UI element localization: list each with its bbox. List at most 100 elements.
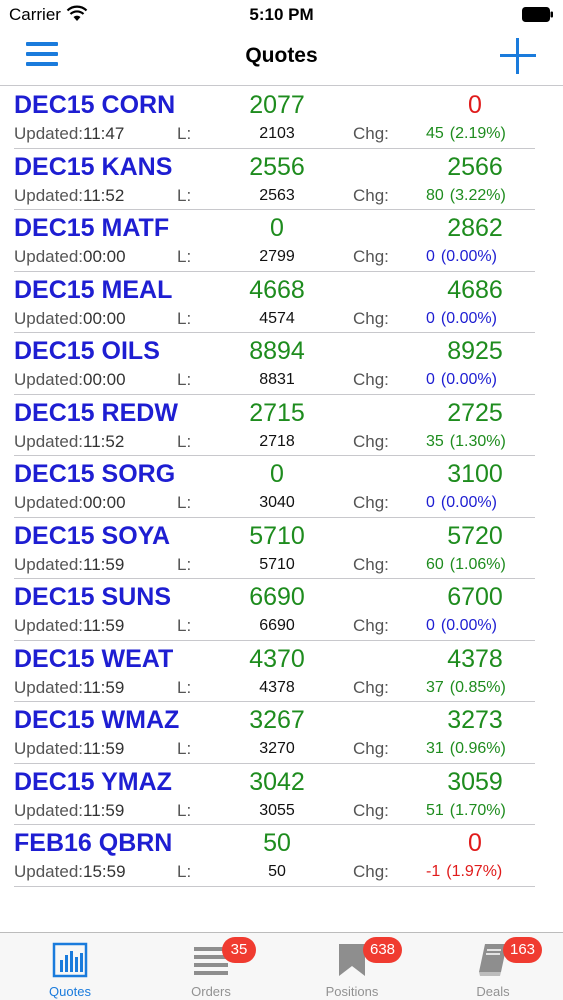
quote-updated: Updated:15:59 — [14, 862, 126, 882]
last-value: 5710 — [259, 555, 295, 573]
updated-time: 11:59 — [83, 616, 125, 635]
change-percent: (1.97%) — [446, 863, 503, 880]
menu-icon[interactable] — [26, 42, 58, 70]
updated-label: Updated: — [14, 185, 83, 205]
quote-symbol: DEC15 OILS — [14, 337, 160, 365]
quote-price: 3267 — [249, 706, 305, 734]
updated-label: Updated: — [14, 370, 83, 389]
quote-row[interactable]: DEC15 WMAZ 3267 3273 Updated:11:59 L: 3270 Chg… — [0, 702, 563, 764]
updated-time: 11:59 — [83, 739, 125, 758]
quote-updated: Updated:00:00 — [14, 493, 126, 513]
updated-time: 11:59 — [83, 800, 125, 820]
quote-price: 2077 — [249, 91, 305, 119]
tab-quotes[interactable]: Quotes — [0, 933, 140, 1000]
quote-row[interactable]: DEC15 MEAL 4668 4686 Updated:00:00 L: 4574 Chg… — [0, 272, 563, 334]
last-value: 2563 — [259, 186, 295, 204]
change-value: 35 (1.30%) — [426, 433, 506, 451]
tab-positions[interactable]: Positions — [282, 933, 422, 1000]
quote-row[interactable]: DEC15 WEAT 4370 4378 Updated:11:59 L: 4378 Chg… — [0, 641, 563, 703]
quote-row[interactable]: DEC15 SORG 0 3100 Updated:00:00 L: 3040 Chg: 0 (… — [0, 456, 563, 518]
quote-row[interactable]: DEC15 REDW 2715 2725 Updated:11:52 L: 2718 Chg… — [0, 395, 563, 457]
quote-row[interactable]: DEC15 SOYA 5710 5720 Updated:11:59 L: 5710 Chg… — [0, 518, 563, 580]
change-percent: (1.30%) — [449, 432, 506, 450]
change-label: Chg: — [353, 185, 389, 205]
quote-price: 8894 — [249, 337, 305, 365]
change-label: Chg: — [353, 800, 389, 820]
updated-label: Updated: — [14, 554, 83, 574]
tab-bar: Quotes Orders 35 Positions 638 Deals 163 — [0, 932, 563, 1000]
quote-row[interactable]: DEC15 MATF 0 2862 Updated:00:00 L: 2799 Chg: 0 (… — [0, 210, 563, 272]
change-amount: 45 — [426, 125, 444, 142]
last-value: 6690 — [259, 617, 295, 634]
updated-label: Updated: — [14, 124, 83, 143]
last-label: L: — [177, 862, 192, 881]
change-value: 31 (0.96%) — [426, 740, 506, 758]
quote-row[interactable]: DEC15 KANS 2556 2566 Updated:11:52 L: 2563 Chg… — [0, 149, 563, 211]
quote-price: 6690 — [249, 583, 305, 611]
last-label: L: — [177, 431, 192, 451]
updated-label: Updated: — [14, 739, 83, 758]
last-label: L: — [177, 247, 192, 266]
change-percent: (0.96%) — [449, 740, 506, 757]
quote-symbol: DEC15 KANS — [14, 152, 173, 181]
change-value: 60 (1.06%) — [426, 556, 506, 574]
quote-row[interactable]: FEB16 QBRN 50 0 Updated:15:59 L: 50 Chg: -1 (1.9… — [0, 825, 563, 887]
change-value: 0 (0.00%) — [426, 248, 497, 266]
updated-time: 11:59 — [83, 677, 125, 697]
change-label: Chg: — [353, 677, 389, 697]
tab-deals[interactable]: Deals — [423, 933, 563, 1000]
status-time: 5:10 PM — [249, 5, 314, 24]
last-label: L: — [177, 677, 192, 697]
last-value: 4574 — [259, 309, 295, 327]
change-amount: 0 — [426, 617, 435, 634]
quote-row[interactable]: DEC15 OILS 8894 8925 Updated:00:00 L: 8831 Chg… — [0, 333, 563, 395]
quotes-list: DEC15 CORN 2077 0 Updated:11:47 L: 2103 Chg: 45… — [0, 87, 563, 887]
quote-row[interactable]: DEC15 CORN 2077 0 Updated:11:47 L: 2103 Chg: 45… — [0, 87, 563, 149]
updated-label: Updated: — [14, 677, 83, 697]
change-percent: (1.70%) — [449, 801, 506, 819]
quote-symbol: DEC15 YMAZ — [14, 767, 172, 796]
tab-badge: 35 — [222, 937, 256, 963]
change-amount: 0 — [426, 494, 435, 511]
tab-badge: 163 — [503, 937, 543, 963]
last-label: L: — [177, 308, 192, 328]
quote-symbol: DEC15 SORG — [14, 460, 176, 488]
quote-symbol: DEC15 WEAT — [14, 644, 174, 673]
change-label: Chg: — [353, 431, 389, 451]
quote-secondary-price: 3059 — [447, 767, 503, 796]
last-value: 2718 — [259, 432, 295, 450]
add-icon[interactable] — [500, 38, 536, 74]
quote-updated: Updated:11:52 — [14, 186, 124, 206]
quote-updated: Updated:11:59 — [14, 801, 124, 821]
updated-label: Updated: — [14, 493, 83, 512]
change-percent: (0.00%) — [440, 309, 497, 327]
updated-time: 15:59 — [83, 862, 126, 881]
updated-label: Updated: — [14, 862, 83, 881]
quote-updated: Updated:11:59 — [14, 616, 124, 636]
quote-updated: Updated:11:47 — [14, 124, 124, 144]
change-label: Chg: — [353, 862, 389, 881]
tab-orders[interactable]: Orders — [141, 933, 281, 1000]
quote-symbol: DEC15 WMAZ — [14, 706, 180, 734]
quote-secondary-price: 4686 — [447, 275, 503, 304]
change-percent: (0.00%) — [440, 617, 497, 634]
tab-badge: 638 — [363, 937, 403, 963]
quote-row[interactable]: DEC15 SUNS 6690 6700 Updated:11:59 L: 6690 Chg… — [0, 579, 563, 641]
change-label: Chg: — [353, 493, 389, 512]
change-percent: (2.19%) — [449, 125, 506, 142]
updated-label: Updated: — [14, 247, 83, 266]
updated-label: Updated: — [14, 800, 83, 820]
change-label: Chg: — [353, 247, 389, 266]
change-amount: 60 — [426, 555, 444, 573]
change-percent: (0.00%) — [440, 494, 497, 511]
change-amount: 0 — [426, 309, 435, 327]
last-label: L: — [177, 370, 192, 389]
last-label: L: — [177, 800, 192, 820]
quote-symbol: DEC15 CORN — [14, 91, 176, 119]
quote-updated: Updated:00:00 — [14, 370, 126, 390]
last-value: 2103 — [259, 125, 295, 142]
quote-row[interactable]: DEC15 YMAZ 3042 3059 Updated:11:59 L: 3055 Chg… — [0, 764, 563, 826]
quote-symbol: DEC15 SOYA — [14, 521, 171, 550]
updated-time: 00:00 — [83, 370, 126, 389]
page-title: Quotes — [245, 44, 318, 67]
